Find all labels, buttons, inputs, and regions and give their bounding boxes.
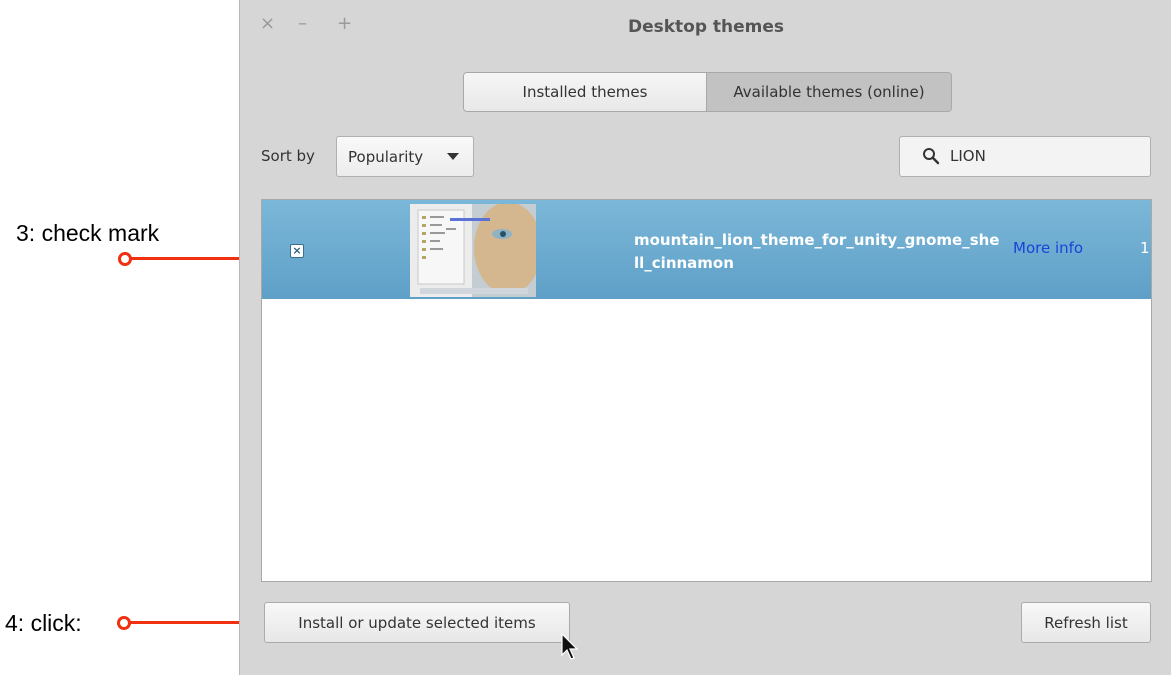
- search-input-value: LION: [950, 147, 986, 165]
- sort-dropdown-value: Popularity: [348, 147, 424, 166]
- annotation-step3: 3: check mark: [16, 220, 160, 246]
- list-item[interactable]: × mountain_lion_theme_for_unity_gnome_sh…: [262, 200, 1151, 299]
- desktop-themes-window: × – + Desktop themes Installed themes Av…: [239, 0, 1171, 675]
- search-input[interactable]: LION: [899, 136, 1151, 177]
- annotation-arrow-line: [130, 621, 248, 624]
- mouse-cursor-icon: [561, 633, 579, 660]
- sort-by-label: Sort by: [261, 147, 315, 165]
- refresh-list-button[interactable]: Refresh list: [1021, 602, 1151, 643]
- window-title: Desktop themes: [627, 17, 785, 37]
- theme-thumbnail: [410, 204, 536, 297]
- theme-name: mountain_lion_theme_for_unity_gnome_shel…: [634, 231, 1000, 272]
- tab-installed-themes[interactable]: Installed themes: [464, 73, 707, 111]
- sort-dropdown[interactable]: Popularity: [336, 136, 474, 177]
- theme-list: × mountain_lion_theme_for_unity_gnome_sh…: [261, 199, 1152, 582]
- tab-available-themes[interactable]: Available themes (online): [707, 73, 951, 111]
- search-icon: [923, 148, 940, 165]
- theme-count: 1: [1140, 239, 1150, 257]
- install-button[interactable]: Install or update selected items: [264, 602, 570, 643]
- annotation-step4: 4: click:: [5, 610, 82, 636]
- annotation-arrow-origin: [117, 616, 131, 630]
- theme-tabs: Installed themes Available themes (onlin…: [463, 72, 952, 112]
- annotation-arrow-origin: [118, 252, 132, 266]
- titlebar: × – + Desktop themes: [240, 0, 1171, 58]
- theme-thumbnail-image: [410, 204, 536, 297]
- chevron-down-icon: [447, 153, 459, 160]
- theme-select-checkbox[interactable]: ×: [290, 244, 304, 258]
- more-info-link[interactable]: More info: [1013, 239, 1083, 257]
